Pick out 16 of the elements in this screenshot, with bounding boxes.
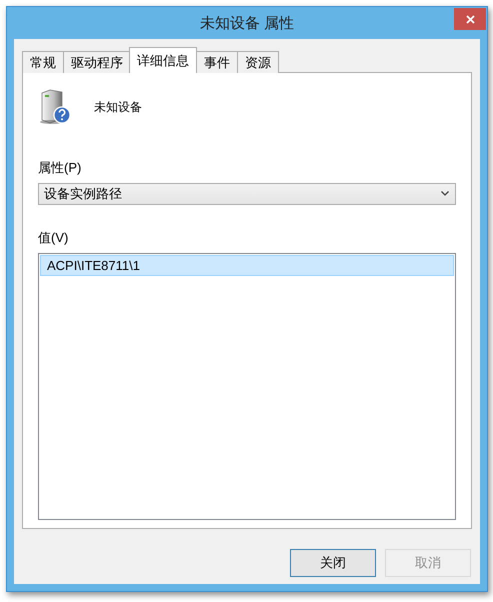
unknown-device-icon (38, 89, 72, 125)
device-name: 未知设备 (94, 98, 142, 116)
dialog-button[interactable]: 关闭 (290, 549, 376, 577)
value-item[interactable]: ACPI\ITE8711\1 (40, 254, 454, 276)
property-label: 属性(P) (38, 159, 82, 177)
chevron-down-icon (441, 191, 449, 196)
tab[interactable]: 事件 (196, 51, 238, 73)
tab[interactable]: 常规 (22, 51, 64, 73)
tab[interactable]: 资源 (237, 51, 279, 73)
window-title: 未知设备 属性 (198, 14, 296, 34)
close-button[interactable] (454, 8, 486, 30)
tab[interactable]: 驱动程序 (63, 51, 131, 73)
value-label: 值(V) (38, 228, 70, 247)
close-icon (466, 14, 474, 24)
property-dropdown[interactable]: 设备实例路径 (38, 183, 456, 205)
tab[interactable]: 详细信息 (129, 47, 197, 73)
